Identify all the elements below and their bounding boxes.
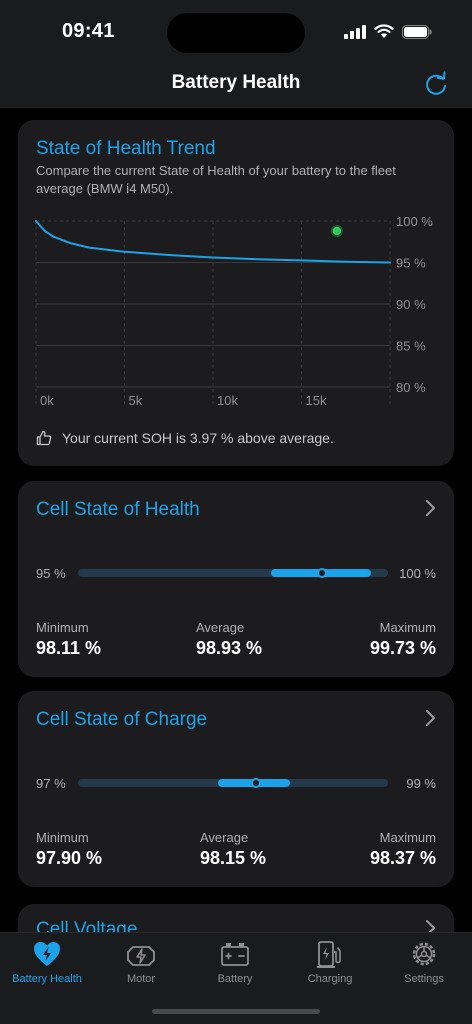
cell-soh-average: Average 98.93 %	[196, 620, 262, 659]
wifi-icon	[374, 24, 394, 38]
minimum-value: 98.11 %	[36, 638, 102, 658]
y-tick-label: 95 %	[396, 256, 426, 271]
current-soh-point	[332, 226, 342, 236]
battery-status-icon	[402, 24, 432, 39]
nav-bar: Battery Health	[0, 62, 472, 108]
minimum-label: Minimum	[36, 830, 89, 845]
maximum-value: 99.73 %	[369, 638, 436, 658]
status-bar: 09:41	[0, 0, 472, 62]
soh-trend-chart: 100 % 95 % 90 % 85 % 80 % 0k 5k 10k 15k	[35, 214, 433, 408]
x-tick-label: 5k	[129, 393, 143, 408]
thumbs-up-icon	[36, 430, 52, 446]
x-tick-label: 0k	[40, 393, 54, 408]
x-tick-label: 10k	[217, 393, 238, 408]
cell-soh-title: Cell State of Health	[36, 499, 200, 520]
tab-label: Settings	[404, 973, 444, 985]
soh-trend-card: State of Health Trend Compare the curren…	[18, 120, 454, 466]
soh-note: Your current SOH is 3.97 % above average…	[36, 430, 334, 446]
cell-soh-range-max: 100 %	[399, 566, 436, 581]
page-title: Battery Health	[171, 72, 301, 93]
cell-soc-range-track	[78, 778, 388, 788]
chevron-right-icon[interactable]	[424, 499, 436, 517]
tab-battery[interactable]: Battery	[188, 939, 282, 985]
minimum-value: 97.90 %	[36, 848, 103, 868]
cell-soc-range-min: 97 %	[36, 776, 66, 791]
tab-label: Motor	[126, 973, 156, 985]
cell-soh-range-min: 95 %	[36, 566, 66, 581]
cell-soh-maximum: Maximum 99.73 %	[370, 620, 436, 659]
cell-soc-range-max: 99 %	[406, 776, 436, 791]
maximum-label: Maximum	[379, 620, 436, 635]
refresh-icon[interactable]	[422, 70, 450, 98]
tab-label: Battery Health	[12, 973, 82, 985]
home-indicator	[152, 1009, 320, 1014]
status-time: 09:41	[62, 20, 115, 42]
y-tick-label: 100 %	[396, 214, 433, 229]
maximum-label: Maximum	[379, 830, 436, 845]
motor-icon	[127, 946, 155, 966]
cell-soc-minimum: Minimum 97.90 %	[36, 830, 102, 869]
cell-soh-card[interactable]: Cell State of Health 95 % 100 % Minimum …	[18, 481, 454, 677]
average-label: Average	[200, 830, 249, 845]
cell-soc-card[interactable]: Cell State of Charge 97 % 99 % Minimum 9…	[18, 691, 454, 887]
average-value: 98.93 %	[196, 638, 263, 658]
cell-soc-maximum: Maximum 98.37 %	[370, 830, 436, 869]
soh-note-text: Your current SOH is 3.97 % above average…	[62, 430, 334, 446]
y-tick-label: 90 %	[396, 297, 426, 312]
tab-battery-health[interactable]: Battery Health	[0, 939, 94, 985]
cell-soh-average-marker	[316, 568, 327, 578]
cell-soc-title: Cell State of Charge	[36, 709, 208, 730]
y-tick-label: 85 %	[396, 339, 426, 354]
heart-bolt-icon	[34, 942, 60, 966]
tab-charging[interactable]: Charging	[283, 939, 377, 985]
minimum-label: Minimum	[36, 620, 89, 635]
tab-label: Charging	[307, 973, 353, 985]
gear-icon	[412, 942, 436, 966]
cell-soc-average: Average 98.15 %	[200, 830, 266, 869]
ev-charger-icon	[317, 941, 341, 968]
dynamic-island	[167, 13, 305, 53]
average-label: Average	[196, 620, 245, 635]
battery-icon	[221, 943, 249, 966]
cell-soh-range-track	[78, 568, 388, 578]
maximum-value: 98.37 %	[369, 848, 436, 868]
y-tick-label: 80 %	[396, 380, 426, 395]
cellular-signal-icon	[344, 24, 366, 39]
average-value: 98.15 %	[200, 848, 267, 868]
tab-label: Battery	[217, 973, 253, 985]
tab-motor[interactable]: Motor	[94, 939, 188, 985]
cell-soh-minimum: Minimum 98.11 %	[36, 620, 101, 659]
tab-settings[interactable]: Settings	[377, 939, 471, 985]
x-tick-label: 15k	[306, 393, 327, 408]
chevron-right-icon[interactable]	[424, 709, 436, 727]
